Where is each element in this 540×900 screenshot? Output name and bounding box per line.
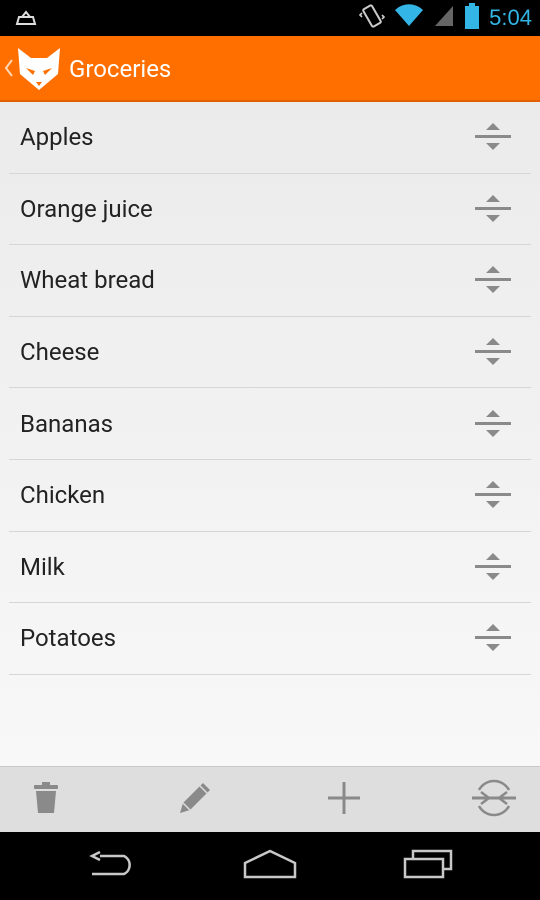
list-item[interactable]: Wheat bread xyxy=(9,245,531,317)
item-label: Bananas xyxy=(20,409,114,438)
navigation-bar xyxy=(0,832,540,900)
item-label: Potatoes xyxy=(20,624,116,653)
plus-icon xyxy=(326,780,362,820)
drag-handle-icon[interactable] xyxy=(473,265,513,295)
merge-icon xyxy=(471,778,517,822)
drag-handle-icon[interactable] xyxy=(473,194,513,224)
item-label: Apples xyxy=(20,123,94,152)
recents-button[interactable] xyxy=(338,832,518,900)
merge-button[interactable] xyxy=(426,767,540,833)
drag-handle-icon[interactable] xyxy=(473,409,513,439)
action-bar: Groceries xyxy=(0,36,540,102)
item-label: Milk xyxy=(20,552,65,581)
battery-icon xyxy=(465,3,480,33)
drag-handle-icon[interactable] xyxy=(473,552,513,582)
list-item[interactable]: Chicken xyxy=(9,460,531,532)
bottom-action-bar xyxy=(0,766,540,832)
drag-handle-icon[interactable] xyxy=(473,480,513,510)
list-item[interactable]: Cheese xyxy=(9,317,531,389)
list-item[interactable]: Milk xyxy=(9,532,531,604)
item-label: Wheat bread xyxy=(20,266,155,295)
grocery-list: Apples Orange juice Wheat bread Cheese B… xyxy=(0,102,540,766)
drag-handle-icon[interactable] xyxy=(473,122,513,152)
home-icon xyxy=(243,849,297,883)
item-label: Orange juice xyxy=(20,194,153,223)
clock: 5:04 xyxy=(489,5,532,30)
list-item[interactable]: Orange juice xyxy=(9,174,531,246)
back-button[interactable] xyxy=(22,832,202,900)
signal-icon xyxy=(433,4,455,32)
wifi-icon xyxy=(395,4,424,32)
status-bar: 5:04 xyxy=(0,0,540,36)
chevron-left-icon[interactable] xyxy=(4,56,14,80)
list-item[interactable]: Potatoes xyxy=(9,603,531,675)
notification-icon xyxy=(14,8,38,32)
trash-icon xyxy=(33,782,59,818)
page-title: Groceries xyxy=(69,55,172,83)
add-item-button[interactable] xyxy=(276,767,411,833)
home-button[interactable] xyxy=(180,832,360,900)
back-icon xyxy=(88,850,136,882)
list-item[interactable]: Apples xyxy=(9,102,531,174)
list-item[interactable]: Bananas xyxy=(9,388,531,460)
drag-handle-icon[interactable] xyxy=(473,337,513,367)
vibrate-icon xyxy=(359,3,386,33)
item-label: Chicken xyxy=(20,481,106,510)
fox-logo[interactable] xyxy=(14,44,64,94)
edit-button[interactable] xyxy=(127,767,262,833)
item-label: Cheese xyxy=(20,338,100,367)
recents-icon xyxy=(403,849,453,883)
drag-handle-icon[interactable] xyxy=(473,623,513,653)
delete-button[interactable] xyxy=(0,767,113,833)
pencil-icon xyxy=(176,779,214,821)
